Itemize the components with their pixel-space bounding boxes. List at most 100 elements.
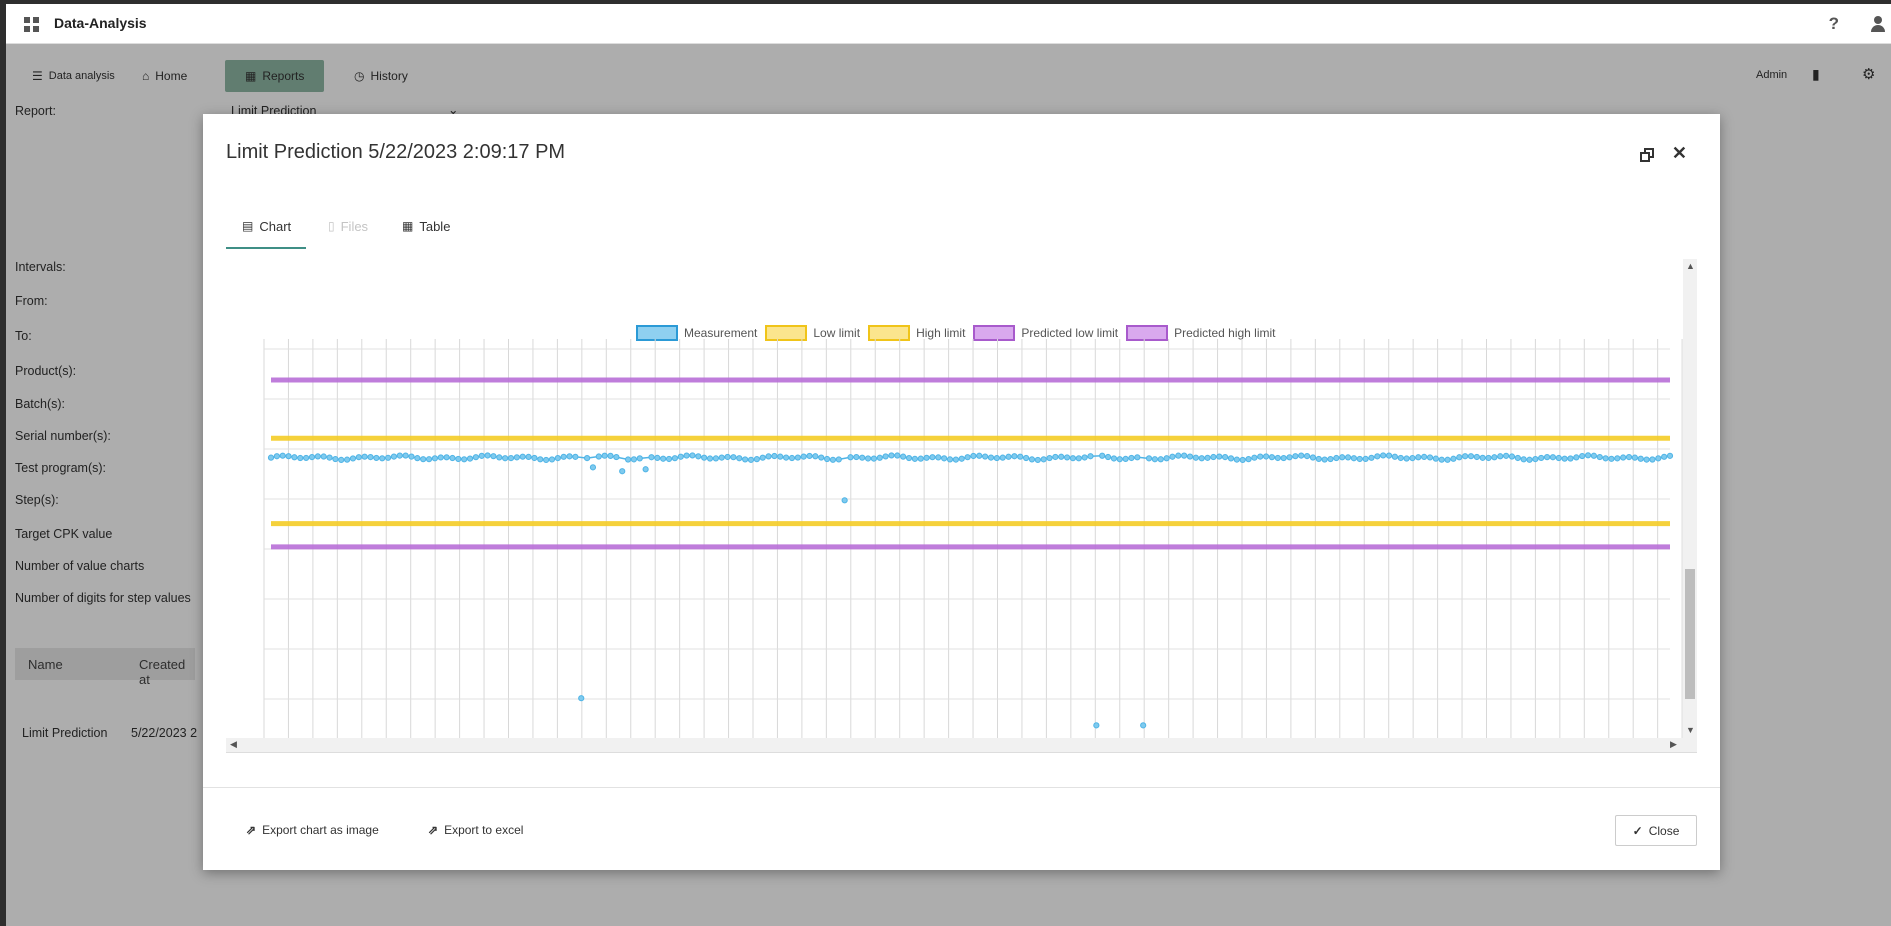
scroll-left-icon[interactable]: ◀ [230, 739, 237, 750]
measurement-point [1356, 455, 1363, 463]
measurement-point [308, 454, 316, 461]
measurement-point [1403, 455, 1410, 462]
measurement-point [583, 455, 591, 462]
measurement-point [1227, 455, 1235, 462]
measurement-point [818, 454, 825, 461]
measurement-point [1573, 454, 1580, 461]
measurement-point [1590, 452, 1598, 459]
measurement-point [1432, 455, 1439, 462]
measurement-point [1362, 455, 1369, 462]
measurement-point [952, 456, 959, 463]
measurement-point [1327, 455, 1334, 463]
horizontal-scrollbar[interactable]: ◀ ▶ [226, 738, 1697, 752]
measurement-point [607, 452, 614, 459]
measurement-point [1503, 452, 1510, 459]
grid-icon[interactable] [24, 17, 39, 32]
measurement-point [987, 454, 995, 461]
measurement-point [560, 453, 567, 460]
measurement-point [823, 455, 831, 463]
measurement-point [525, 453, 532, 460]
file-icon: ▯ [328, 219, 335, 233]
measurement-point [695, 453, 702, 460]
measurement-point [361, 453, 368, 460]
measurement-point [1034, 456, 1041, 464]
measurement-point [1462, 453, 1469, 460]
measurement-point [1555, 454, 1562, 462]
measurement-point [1216, 453, 1223, 460]
measurement-point [1637, 455, 1644, 462]
measurement-point [554, 455, 561, 462]
measurement-point [1508, 453, 1516, 460]
measurement-point [1157, 456, 1164, 463]
measurement-point [847, 454, 854, 461]
measurement-point [712, 455, 719, 462]
measurement-point [1116, 456, 1123, 463]
tab-label: Table [419, 219, 451, 234]
close-button[interactable]: ✓ Close [1615, 815, 1697, 846]
measurement-point [806, 452, 813, 460]
measurement-point [1058, 453, 1065, 460]
external-link-icon: ⇗ [246, 823, 257, 837]
chart-area: Measurement Low limit High limit Predict… [226, 259, 1697, 753]
scroll-down-icon[interactable]: ▼ [1686, 725, 1695, 735]
restore-window-icon[interactable] [1640, 148, 1654, 162]
close-icon[interactable]: ✕ [1672, 143, 1687, 164]
measurement-point [624, 456, 632, 463]
measurement-point [1631, 454, 1638, 461]
measurement-point [812, 453, 819, 460]
measurement-point [1561, 455, 1568, 462]
measurement-point [724, 453, 731, 461]
measurement-point [1620, 454, 1627, 461]
measurement-point [835, 456, 842, 463]
measurement-point [379, 455, 386, 462]
help-icon[interactable]: ? [1829, 14, 1839, 34]
scroll-thumb[interactable] [1685, 569, 1695, 699]
measurement-point [1274, 454, 1281, 462]
measurement-point [917, 455, 924, 462]
measurement-point [1151, 456, 1158, 463]
tab-chart[interactable]: ▤ Chart [226, 219, 306, 249]
measurement-point [1549, 454, 1557, 461]
scroll-right-icon[interactable]: ▶ [1670, 739, 1677, 750]
measurement-point [1192, 454, 1199, 461]
measurement-point [1268, 454, 1276, 461]
measurement-point [1198, 455, 1205, 462]
measurement-point [1169, 453, 1176, 460]
measurement-point [853, 453, 860, 461]
measurement-point [1093, 722, 1100, 729]
measurement-point [1292, 453, 1299, 460]
measurement-point [1655, 455, 1662, 462]
measurement-point [1397, 454, 1404, 462]
measurement-point [1444, 456, 1451, 463]
user-icon[interactable] [1871, 16, 1885, 32]
export-excel-label: Export to excel [444, 823, 524, 837]
export-excel-button[interactable]: ⇗ Export to excel [428, 823, 523, 837]
measurement-point [630, 456, 638, 463]
measurement-point [461, 456, 468, 463]
measurement-point [1497, 453, 1504, 460]
measurement-point [1543, 454, 1551, 461]
measurement-point [291, 454, 298, 461]
export-image-button[interactable]: ⇗ Export chart as image [246, 823, 379, 837]
tab-table[interactable]: ▦ Table [402, 219, 450, 249]
vertical-scrollbar[interactable]: ▲ ▼ [1683, 259, 1697, 739]
tab-files[interactable]: ▯ Files [328, 219, 368, 249]
measurement-point [1450, 455, 1457, 462]
measurement-point [519, 453, 526, 460]
measurement-point [882, 453, 889, 460]
measurement-point [619, 468, 626, 475]
measurement-point [1257, 453, 1264, 460]
measurement-point [888, 452, 895, 459]
measurement-point [1473, 453, 1480, 461]
measurement-point [905, 454, 913, 462]
check-icon: ✓ [1632, 823, 1643, 838]
measurement-point [1128, 454, 1135, 462]
scroll-up-icon[interactable]: ▲ [1686, 261, 1695, 271]
measurement-point [420, 456, 427, 463]
measurement-point [1309, 454, 1317, 461]
measurement-point [595, 453, 602, 460]
measurement-point [297, 454, 304, 462]
chart-plot [263, 339, 1683, 739]
measurement-point [706, 455, 714, 462]
measurement-point [1315, 455, 1322, 463]
